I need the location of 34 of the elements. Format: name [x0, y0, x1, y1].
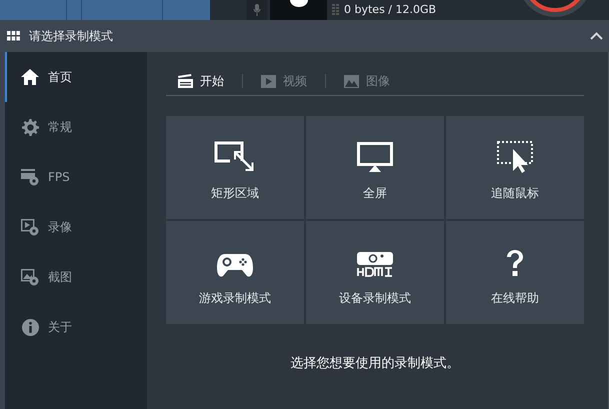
resize-rectangle-icon: [214, 141, 256, 173]
dotted-selection-cursor-icon: [497, 141, 533, 173]
clapperboard-icon: [178, 74, 193, 88]
info-icon: [22, 318, 38, 336]
question-mark-icon: [505, 250, 525, 278]
microphone-icon[interactable]: [253, 4, 261, 16]
grid-icon: [7, 31, 20, 41]
video-gear-icon: [21, 218, 39, 236]
picture-icon: [344, 74, 359, 88]
instruction-text: 选择您想要使用的录制模式。: [290, 355, 460, 372]
tab[interactable]: 开始: [178, 72, 224, 90]
picture-gear-icon: [21, 268, 39, 286]
sidebar-item[interactable]: FPS: [5, 152, 147, 202]
mode-tile[interactable]: 全屏: [306, 116, 444, 219]
sidebar-item[interactable]: 录像: [5, 202, 147, 252]
gamepad-icon: [217, 253, 253, 278]
gear-icon: [22, 118, 38, 136]
chevron-icon[interactable]: [590, 32, 603, 40]
storage-meter-icon: [332, 4, 340, 16]
mode-tile[interactable]: 设备录制模式: [306, 221, 444, 324]
home-icon: [21, 69, 39, 85]
sidebar-item[interactable]: 截图: [5, 252, 147, 302]
mode-tile[interactable]: 游戏录制模式: [166, 221, 304, 324]
monitor-icon: [357, 142, 393, 173]
mode-tile[interactable]: 矩形区域: [166, 116, 304, 219]
storage-usage: 0 bytes / 12.0GB: [344, 2, 436, 18]
video-icon: [261, 74, 276, 88]
projector-hdmi-icon: [357, 252, 393, 278]
mode-tile[interactable]: 在线帮助: [446, 221, 584, 324]
sidebar-item[interactable]: 常规: [5, 102, 147, 152]
mode-tile[interactable]: 追随鼠标: [446, 116, 584, 219]
film-gear-icon: [21, 168, 39, 186]
panel-title: 请选择录制模式: [29, 28, 114, 44]
sidebar-item[interactable]: 关于: [5, 302, 147, 352]
